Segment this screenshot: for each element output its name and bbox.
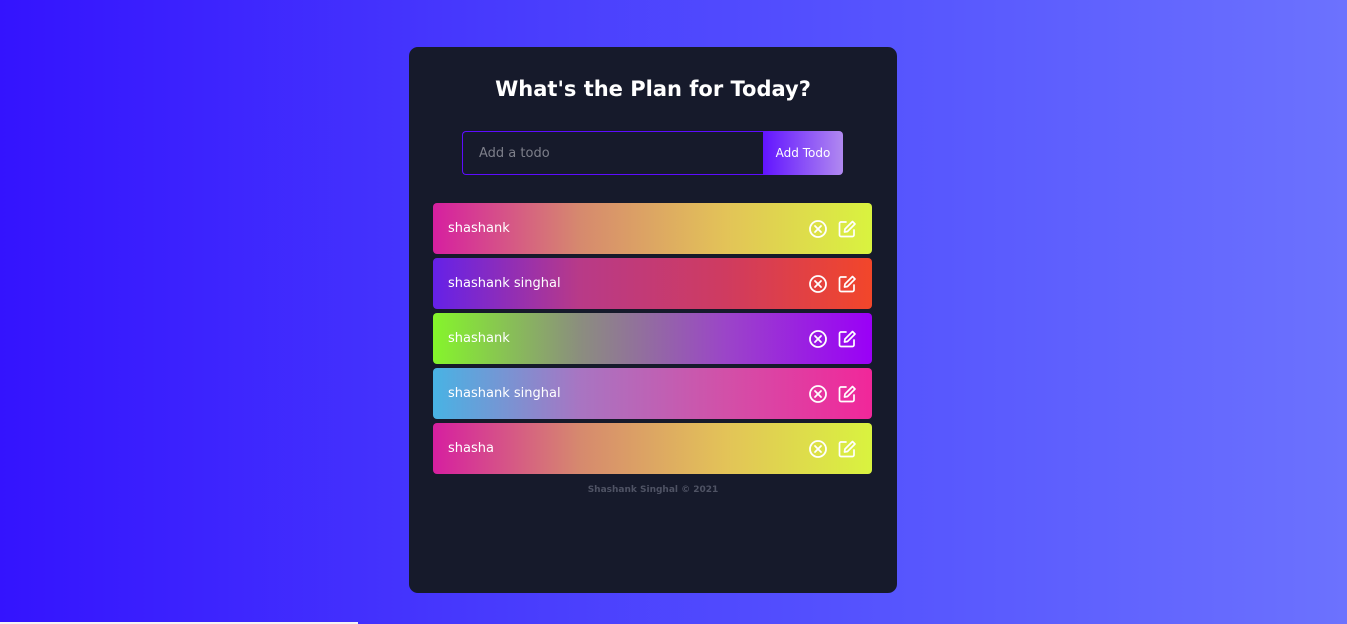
todo-text[interactable]: shashank singhal	[448, 386, 561, 401]
todo-row: shashank singhal	[433, 368, 872, 419]
add-todo-button[interactable]: Add Todo	[763, 131, 843, 175]
edit-icon[interactable]	[837, 329, 857, 349]
page-title: What's the Plan for Today?	[495, 77, 811, 101]
close-circle-icon[interactable]	[808, 384, 828, 404]
edit-icon[interactable]	[837, 274, 857, 294]
todo-actions	[808, 274, 857, 294]
close-circle-icon[interactable]	[808, 439, 828, 459]
todo-text[interactable]: shashank singhal	[448, 276, 561, 291]
todo-actions	[808, 384, 857, 404]
close-circle-icon[interactable]	[808, 274, 828, 294]
todo-form: Add Todo	[462, 131, 843, 175]
todo-text[interactable]: shashank	[448, 221, 510, 236]
todo-actions	[808, 219, 857, 239]
todo-text[interactable]: shashank	[448, 331, 510, 346]
edit-icon[interactable]	[837, 219, 857, 239]
edit-icon[interactable]	[837, 384, 857, 404]
todo-row: shashank singhal	[433, 258, 872, 309]
todo-text[interactable]: shasha	[448, 441, 494, 456]
footer-credit: Shashank Singhal © 2021	[587, 485, 719, 495]
todo-row: shashank	[433, 203, 872, 254]
todo-list: shashank shashank singhal shashank shash…	[433, 203, 872, 478]
todo-row: shasha	[433, 423, 872, 474]
close-circle-icon[interactable]	[808, 329, 828, 349]
todo-actions	[808, 329, 857, 349]
todo-app: What's the Plan for Today? Add Todo shas…	[409, 47, 897, 593]
todo-actions	[808, 439, 857, 459]
todo-input[interactable]	[462, 131, 763, 175]
todo-row: shashank	[433, 313, 872, 364]
edit-icon[interactable]	[837, 439, 857, 459]
close-circle-icon[interactable]	[808, 219, 828, 239]
